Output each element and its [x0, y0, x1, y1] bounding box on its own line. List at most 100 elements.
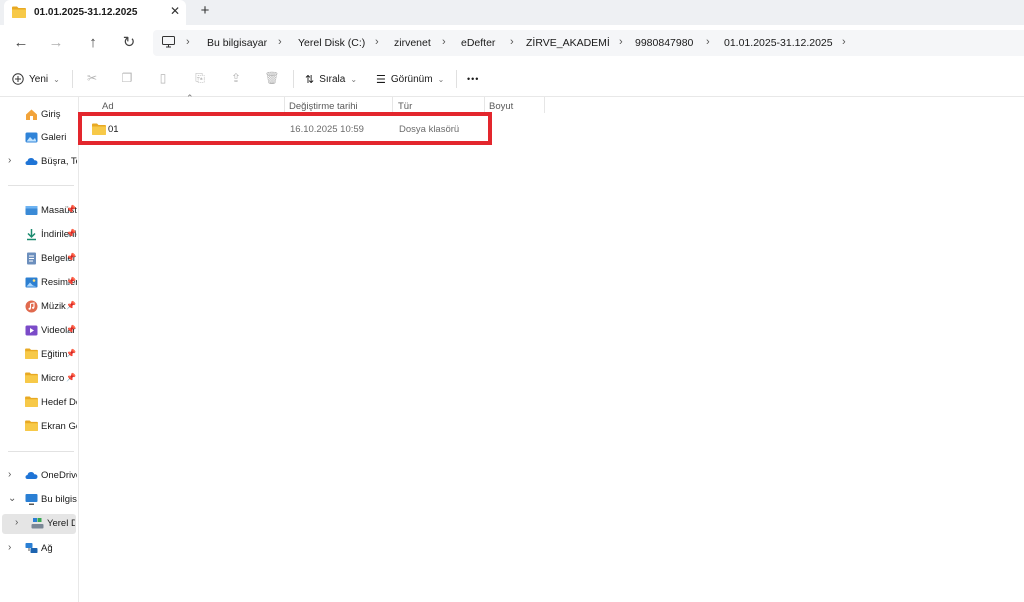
folder-icon [25, 348, 38, 361]
new-tab-button[interactable]: + [197, 3, 213, 19]
folder-icon [25, 396, 38, 409]
more-options-button[interactable]: ••• [467, 70, 479, 88]
sidebar-item-home[interactable]: Giriş [0, 105, 78, 125]
file-name: 01 [108, 124, 119, 135]
sidebar-item-label: Giriş [41, 109, 61, 120]
sidebar-item-videos[interactable]: Videolar 📌 [0, 321, 78, 341]
delete-icon[interactable]: 🗑 [264, 71, 280, 85]
cut-icon[interactable]: ✂ [84, 71, 100, 85]
chevron-right-icon[interactable]: › [15, 517, 18, 528]
pc-icon [162, 36, 175, 48]
onedrive-icon [25, 155, 38, 168]
breadcrumb-separator[interactable]: › [842, 36, 846, 48]
folder-icon [92, 123, 106, 135]
pictures-icon [25, 276, 38, 289]
column-header-type[interactable]: Tür [398, 101, 412, 112]
chevron-down-icon: ⌄ [437, 74, 445, 84]
breadcrumb-separator[interactable]: › [510, 36, 514, 48]
sidebar-item-folder[interactable]: Eğitim 📌 [0, 345, 78, 365]
paste-icon[interactable]: ▯ [155, 71, 171, 85]
file-date: 16.10.2025 10:59 [290, 124, 364, 135]
breadcrumb-item[interactable]: ZİRVE_AKADEMİ [526, 37, 610, 49]
pin-icon[interactable]: 📌 [66, 253, 76, 262]
sidebar-item-gallery[interactable]: Galeri [0, 128, 78, 148]
tab-current-folder[interactable]: 01.01.2025-31.12.2025 ✕ [4, 0, 186, 25]
column-divider[interactable] [392, 97, 393, 113]
sidebar-item-folder[interactable]: Hedef De [0, 393, 78, 413]
breadcrumb-separator[interactable]: › [442, 36, 446, 48]
sidebar-item-network[interactable]: › Ağ [0, 539, 78, 559]
breadcrumb-item[interactable]: eDefter [461, 37, 495, 49]
breadcrumb-item-current[interactable]: 01.01.2025-31.12.2025 [724, 37, 833, 49]
new-button-label: Yeni [29, 73, 49, 85]
sidebar-item-onedrive-personal[interactable]: › Büşra, Te [0, 152, 78, 172]
pin-icon[interactable]: 📌 [66, 205, 76, 214]
pin-icon[interactable]: 📌 [66, 301, 76, 310]
file-list: ⌃ Ad Değiştirme tarihi Tür Boyut 01 16.1… [78, 93, 1024, 602]
breadcrumb-separator[interactable]: › [706, 36, 710, 48]
pin-icon[interactable]: 📌 [66, 349, 76, 358]
back-button[interactable]: ← [11, 34, 31, 52]
chevron-down-icon: ⌄ [350, 74, 358, 84]
column-header-date[interactable]: Değiştirme tarihi [289, 101, 358, 112]
chevron-right-icon[interactable]: › [8, 542, 11, 553]
view-list-icon: ☰ [376, 73, 386, 86]
sidebar-item-label: Yerel Di [47, 518, 75, 529]
breadcrumb-item[interactable]: zirvenet [394, 37, 431, 49]
pin-icon[interactable]: 📌 [66, 373, 76, 382]
pin-icon[interactable]: 📌 [66, 277, 76, 286]
column-divider[interactable] [544, 97, 545, 113]
breadcrumb-separator[interactable]: › [186, 36, 190, 48]
sidebar-item-this-pc[interactable]: ⌄ Bu bilgis [0, 490, 78, 510]
add-circle-icon [12, 73, 24, 85]
view-button-label: Görünüm [390, 73, 433, 85]
sidebar-item-downloads[interactable]: İndirilenler 📌 [0, 225, 78, 245]
sidebar-item-pictures[interactable]: Resimler 📌 [0, 273, 78, 293]
view-button[interactable]: ☰ Görünüm ⌄ [376, 70, 444, 88]
breadcrumb-item[interactable]: Bu bilgisayar [207, 37, 267, 49]
sidebar-item-desktop[interactable]: Masaüstü 📌 [0, 201, 78, 221]
chevron-down-icon[interactable]: ⌄ [8, 493, 16, 504]
sidebar-item-folder[interactable]: Ekran Gö [0, 417, 78, 437]
chevron-right-icon[interactable]: › [8, 469, 11, 480]
breadcrumb-item[interactable]: 9980847980 [635, 37, 693, 49]
sort-button[interactable]: ⇅ Sırala ⌄ [305, 70, 357, 88]
sidebar-item-folder[interactable]: Micro 📌 [0, 369, 78, 389]
chevron-right-icon[interactable]: › [8, 155, 11, 166]
sidebar-separator [8, 451, 74, 452]
column-divider[interactable] [284, 97, 285, 113]
address-bar[interactable]: › Bu bilgisayar › Yerel Disk (C:) › zirv… [153, 30, 1024, 56]
sidebar-item-label: Hedef De [41, 397, 77, 408]
breadcrumb-separator[interactable]: › [375, 36, 379, 48]
onedrive-icon [25, 469, 38, 482]
forward-button[interactable]: → [46, 34, 66, 52]
navigation-bar: ← → ↑ ↻ › Bu bilgisayar › Yerel Disk (C:… [0, 25, 1024, 61]
table-row[interactable]: 01 16.10.2025 10:59 Dosya klasörü [83, 118, 491, 140]
share-icon[interactable]: ⇪ [228, 71, 244, 85]
pin-icon[interactable]: 📌 [66, 229, 76, 238]
refresh-button[interactable]: ↻ [119, 34, 139, 52]
close-tab-icon[interactable]: ✕ [168, 4, 182, 18]
column-divider[interactable] [484, 97, 485, 113]
file-type: Dosya klasörü [399, 124, 460, 135]
pin-icon[interactable]: 📌 [66, 325, 76, 334]
column-header-name[interactable]: Ad [102, 101, 114, 112]
title-bar: 01.01.2025-31.12.2025 ✕ + [0, 0, 1024, 25]
column-header-size[interactable]: Boyut [489, 101, 513, 112]
sidebar-item-label: OneDrive [41, 470, 77, 481]
videos-icon [25, 324, 38, 337]
sidebar-item-documents[interactable]: Belgeler 📌 [0, 249, 78, 269]
divider [72, 70, 73, 88]
up-button[interactable]: ↑ [83, 34, 103, 52]
sidebar-item-local-disk[interactable]: › Yerel Di [2, 514, 76, 534]
new-button[interactable]: Yeni ⌄ [12, 70, 60, 88]
breadcrumb-separator[interactable]: › [619, 36, 623, 48]
sidebar-item-onedrive[interactable]: › OneDrive [0, 466, 78, 486]
sidebar-item-label: Büşra, Te [41, 156, 77, 167]
breadcrumb-item[interactable]: Yerel Disk (C:) [298, 37, 365, 49]
breadcrumb-separator[interactable]: › [278, 36, 282, 48]
rename-icon[interactable]: ⎘ [192, 71, 208, 86]
sidebar-item-music[interactable]: Müzik 📌 [0, 297, 78, 317]
copy-icon[interactable]: ❐ [119, 71, 135, 85]
sidebar-item-label: Ağ [41, 543, 53, 554]
